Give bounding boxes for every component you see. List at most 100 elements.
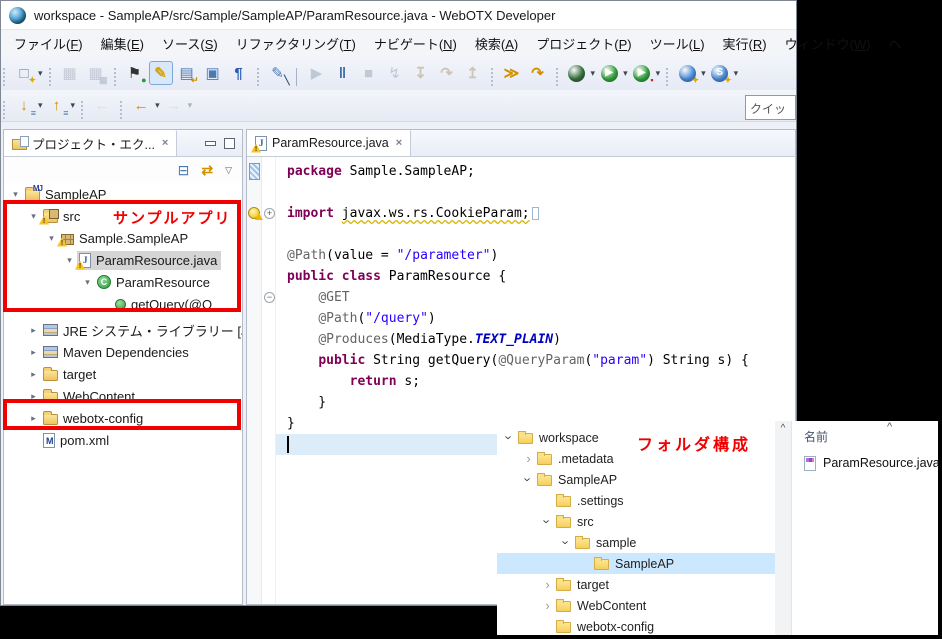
resume-icon: ▶ bbox=[311, 66, 323, 81]
maximize-icon[interactable] bbox=[223, 138, 234, 148]
drop-to-frame-button[interactable]: ↷ bbox=[526, 61, 550, 85]
new-web-service-button-dropdown-icon[interactable]: ▾ bbox=[701, 68, 706, 79]
debug-button[interactable] bbox=[565, 61, 589, 85]
menu-item-e[interactable]: 編集(E) bbox=[92, 31, 153, 56]
fold-expand-icon[interactable]: + bbox=[264, 208, 275, 219]
previous-annotation-button[interactable]: ↑≡ bbox=[45, 94, 69, 118]
folder-item-target[interactable]: ›target bbox=[497, 574, 775, 595]
folder-item-sample[interactable]: ›sample bbox=[497, 532, 775, 553]
explorer-tab-label: プロジェクト・エク... bbox=[32, 134, 155, 153]
toolbar-group: ✎╲ bbox=[262, 61, 294, 85]
next-annotation-button[interactable]: ↓≡ bbox=[12, 94, 36, 118]
run-button[interactable]: ▶ bbox=[597, 61, 621, 85]
chevron-right-icon[interactable]: ▸ bbox=[26, 347, 41, 358]
code-line: +import javax.ws.rs.CookieParam; bbox=[247, 203, 795, 224]
debug-button-dropdown-icon[interactable]: ▾ bbox=[591, 68, 596, 79]
name-column-header[interactable]: 名前 bbox=[792, 421, 938, 445]
scroll-up-icon[interactable]: ^ bbox=[775, 423, 791, 434]
step-over-button[interactable]: ↷ bbox=[435, 61, 459, 85]
quickfix-lightbulb-icon[interactable] bbox=[248, 207, 260, 219]
terminate-button[interactable]: ■ bbox=[357, 61, 381, 85]
run-to-line-button[interactable]: ≫ bbox=[500, 61, 524, 85]
new-web-service-button[interactable]: ✦ bbox=[675, 61, 699, 85]
forward-button-dropdown-icon[interactable]: ▾ bbox=[188, 100, 193, 111]
chevron-down-icon[interactable]: › bbox=[520, 473, 537, 486]
folder-item-label: .metadata bbox=[558, 452, 614, 466]
menu-item-f[interactable]: ファイル(F) bbox=[5, 31, 92, 56]
folder-item-webotx-config[interactable]: webotx-config bbox=[497, 616, 775, 637]
back-button[interactable]: ← bbox=[129, 94, 153, 118]
new-button[interactable]: □✦ bbox=[12, 61, 36, 85]
back-button-dropdown-icon[interactable]: ▾ bbox=[155, 100, 160, 111]
tree-item-pom-xml[interactable]: pom.xml bbox=[4, 429, 242, 451]
chevron-down-icon[interactable]: › bbox=[539, 515, 556, 528]
chevron-down-icon[interactable]: › bbox=[558, 536, 575, 549]
folder-item-webcontent[interactable]: ›WebContent bbox=[497, 595, 775, 616]
save-all-button[interactable]: ▦▦ bbox=[84, 61, 108, 85]
disconnect-button[interactable]: ↯ bbox=[383, 61, 407, 85]
file-list: ParamResource.java bbox=[792, 445, 938, 473]
tab-project-explorer[interactable]: プロジェクト・エク... × bbox=[4, 130, 177, 156]
menu-item-w[interactable]: ウィンドウ(W) bbox=[776, 31, 880, 56]
close-icon[interactable]: × bbox=[160, 137, 168, 149]
next-annotation-button-dropdown-icon[interactable]: ▾ bbox=[38, 100, 43, 111]
chevron-right-icon[interactable]: ▸ bbox=[26, 325, 41, 336]
new-webotx-wizard-button[interactable]: S✦ bbox=[708, 61, 732, 85]
explorer-tabbar: プロジェクト・エク... × bbox=[4, 130, 242, 157]
folder-item-src[interactable]: ›src bbox=[497, 511, 775, 532]
menu-item-s[interactable]: ソース(S) bbox=[153, 31, 227, 56]
fold-collapse-icon[interactable]: − bbox=[264, 292, 275, 303]
close-icon[interactable]: × bbox=[394, 137, 402, 149]
minimize-icon[interactable] bbox=[204, 138, 215, 148]
save-button[interactable]: ▦ bbox=[58, 61, 82, 85]
chevron-right-icon[interactable]: › bbox=[539, 578, 556, 591]
folder-item-settings[interactable]: .settings bbox=[497, 490, 775, 511]
folder-item-sampleap[interactable]: SampleAP bbox=[497, 553, 775, 574]
menu-item-r[interactable]: 実行(R) bbox=[714, 31, 776, 56]
show-whitespace-toggle[interactable]: ¶ bbox=[227, 61, 251, 85]
coverage-button[interactable]: ▶▪ bbox=[630, 61, 654, 85]
collapse-all-icon[interactable]: ⊟ bbox=[178, 162, 190, 179]
chevron-down-icon[interactable]: › bbox=[501, 431, 518, 444]
folder-icon bbox=[43, 370, 58, 381]
show-selected-element-button[interactable]: ▤↵ bbox=[175, 61, 199, 85]
coverage-button-dropdown-icon[interactable]: ▾ bbox=[656, 68, 661, 79]
task-marker-button[interactable]: ⚑● bbox=[123, 61, 147, 85]
tree-scrollbar[interactable]: ^ bbox=[775, 421, 791, 635]
menu-item-a[interactable]: 検索(A) bbox=[466, 31, 527, 56]
stop-icon: ■ bbox=[364, 66, 373, 81]
step-into-button[interactable]: ↧ bbox=[409, 61, 433, 85]
file-item-paramresource-java[interactable]: ParamResource.java bbox=[804, 453, 938, 473]
tab-paramresource-java[interactable]: ! ParamResource.java × bbox=[247, 130, 411, 156]
block-selection-toggle[interactable]: ✎╲ bbox=[266, 61, 290, 85]
resume-button[interactable]: ▶ bbox=[305, 61, 329, 85]
menu-item-p[interactable]: プロジェクト(P) bbox=[527, 31, 640, 56]
suspend-button[interactable]: ‖ bbox=[331, 61, 355, 85]
tree-item-target[interactable]: ▸target bbox=[4, 363, 242, 385]
new-button-dropdown-icon[interactable]: ▾ bbox=[38, 68, 43, 79]
tree-item-maven-dependencies[interactable]: ▸Maven Dependencies bbox=[4, 341, 242, 363]
run-button-dropdown-icon[interactable]: ▾ bbox=[623, 68, 628, 79]
collapse-chevron-icon[interactable]: ^ bbox=[887, 421, 892, 433]
mark-occurrences-toggle[interactable]: ✎ bbox=[149, 61, 173, 85]
step-return-button[interactable]: ↥ bbox=[461, 61, 485, 85]
chevron-right-icon[interactable]: › bbox=[539, 599, 556, 612]
menu-item-l[interactable]: ツール(L) bbox=[641, 31, 714, 56]
menu-item-t[interactable]: リファクタリング(T) bbox=[227, 31, 365, 56]
chevron-right-icon[interactable]: › bbox=[520, 452, 537, 465]
quick-access-input[interactable]: クイッ bbox=[745, 95, 796, 120]
menu-item-n[interactable]: ナビゲート(N) bbox=[365, 31, 466, 56]
tree-item-label: JRE システム・ライブラリー [Jav bbox=[63, 321, 242, 340]
view-menu-icon[interactable]: ▽ bbox=[225, 165, 232, 176]
chevron-right-icon[interactable]: ▸ bbox=[26, 369, 41, 380]
last-edit-location-button[interactable]: ← bbox=[90, 94, 114, 118]
new-webotx-wizard-button-dropdown-icon[interactable]: ▾ bbox=[734, 68, 739, 79]
menu-item-item[interactable]: ヘ bbox=[880, 31, 911, 56]
previous-annotation-button-dropdown-icon[interactable]: ▾ bbox=[71, 100, 76, 111]
show-source-button[interactable]: ▣ bbox=[201, 61, 225, 85]
tree-item-jre-jav[interactable]: ▸ JRE システム・ライブラリー [Jav bbox=[4, 319, 242, 341]
link-with-editor-icon[interactable]: ⇄ bbox=[201, 162, 213, 179]
chevron-down-icon[interactable]: ▾ bbox=[8, 189, 23, 200]
forward-button[interactable]: → bbox=[162, 94, 186, 118]
folder-item-sampleap[interactable]: ›SampleAP bbox=[497, 469, 775, 490]
